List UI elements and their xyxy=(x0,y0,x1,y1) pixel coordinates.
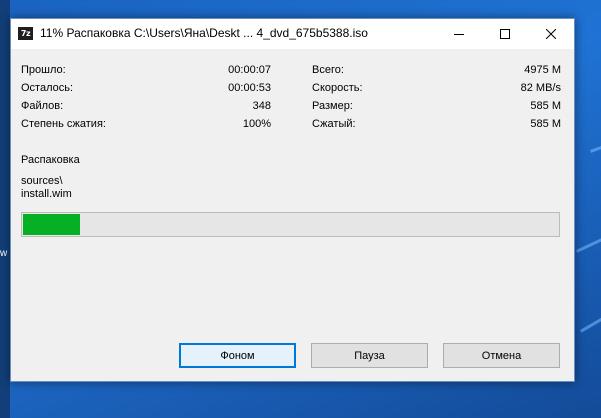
desktop-left-edge xyxy=(0,0,10,418)
cancel-button[interactable]: Отмена xyxy=(443,343,560,368)
title-bar[interactable]: 7z 11% Распаковка C:\Users\Яна\Deskt ...… xyxy=(11,19,574,49)
desktop-icon-label-fragment[interactable]: w xyxy=(0,248,7,259)
size-label: Размер: xyxy=(312,100,353,112)
close-icon xyxy=(546,29,556,39)
compression-ratio-value: 100% xyxy=(242,118,271,130)
extraction-progress-window: 7z 11% Распаковка C:\Users\Яна\Deskt ...… xyxy=(10,18,575,382)
size-value: 585 M xyxy=(530,100,561,112)
current-file-name: install.wim xyxy=(21,188,72,200)
packed-size-value: 585 M xyxy=(530,118,561,130)
remaining-value: 00:00:53 xyxy=(228,82,271,94)
operation-label: Распаковка xyxy=(21,154,80,166)
remaining-label: Осталось: xyxy=(21,82,74,94)
compression-ratio-label: Степень сжатия: xyxy=(21,118,106,130)
wallpaper-light-beam xyxy=(576,233,601,253)
speed-value: 82 MB/s xyxy=(520,82,561,94)
pause-button[interactable]: Пауза xyxy=(311,343,428,368)
background-button[interactable]: Фоном xyxy=(179,343,296,368)
packed-size-label: Сжатый: xyxy=(312,118,356,130)
7zip-app-icon[interactable]: 7z xyxy=(18,27,33,40)
total-label: Всего: xyxy=(312,64,344,76)
progress-bar-fill xyxy=(23,214,80,235)
speed-label: Скорость: xyxy=(312,82,363,94)
elapsed-label: Прошло: xyxy=(21,64,66,76)
wallpaper-light-beam xyxy=(590,136,601,153)
minimize-icon xyxy=(454,34,464,35)
current-folder-path: sources\ xyxy=(21,175,63,187)
total-value: 4975 M xyxy=(524,64,561,76)
elapsed-value: 00:00:07 xyxy=(228,64,271,76)
minimize-button[interactable] xyxy=(436,19,482,49)
window-title: 11% Распаковка C:\Users\Яна\Deskt ... 4_… xyxy=(40,26,368,40)
extraction-progress-bar xyxy=(21,212,560,237)
files-label: Файлов: xyxy=(21,100,64,112)
maximize-icon xyxy=(500,29,510,39)
close-button[interactable] xyxy=(528,19,574,49)
wallpaper-light-beam xyxy=(580,315,601,333)
maximize-button[interactable] xyxy=(482,19,528,49)
files-value: 348 xyxy=(252,100,271,112)
